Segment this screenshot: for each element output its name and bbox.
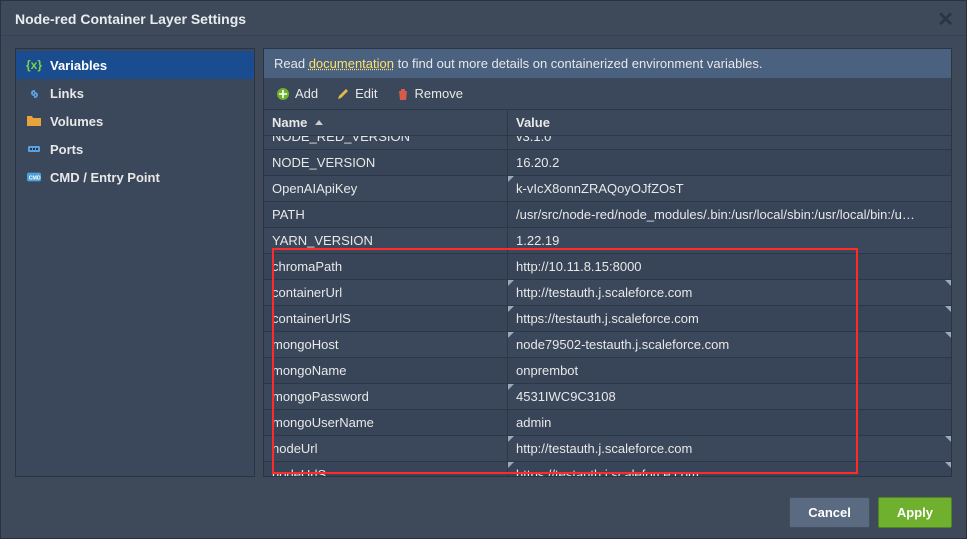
settings-dialog: Node-red Container Layer Settings ✕ {x} …: [0, 0, 967, 539]
cell-value: http://10.11.8.15:8000: [508, 254, 951, 279]
close-icon[interactable]: ✕: [937, 7, 954, 32]
table-row[interactable]: PATH/usr/src/node-red/node_modules/.bin:…: [264, 202, 951, 228]
cell-value: 4531IWC9C3108: [508, 384, 951, 409]
sidebar-item-label: CMD / Entry Point: [50, 170, 160, 185]
cell-value: 1.22.19: [508, 228, 951, 253]
table-header: Name Value: [264, 110, 951, 136]
table-row[interactable]: mongoHostnode79502-testauth.j.scaleforce…: [264, 332, 951, 358]
cell-value: node79502-testauth.j.scaleforce.com: [508, 332, 951, 357]
table-row[interactable]: mongoPassword4531IWC9C3108: [264, 384, 951, 410]
sidebar-item-links[interactable]: Links: [16, 79, 254, 107]
cell-name: NODE_VERSION: [264, 150, 508, 175]
table-row[interactable]: mongoUserNameadmin: [264, 410, 951, 436]
cancel-button[interactable]: Cancel: [789, 497, 870, 528]
dialog-title: Node-red Container Layer Settings: [1, 1, 966, 36]
folder-icon: [26, 113, 42, 129]
cell-value: onprembot: [508, 358, 951, 383]
table-row[interactable]: mongoNameonprembot: [264, 358, 951, 384]
table-row[interactable]: NODE_VERSION16.20.2: [264, 150, 951, 176]
sidebar: {x} Variables Links Volumes Po: [15, 48, 255, 477]
remove-label: Remove: [415, 86, 463, 101]
cell-value: http://testauth.j.scaleforce.com: [508, 436, 951, 461]
sidebar-item-volumes[interactable]: Volumes: [16, 107, 254, 135]
cell-name: containerUrl: [264, 280, 508, 305]
table-row[interactable]: containerUrlShttps://testauth.j.scalefor…: [264, 306, 951, 332]
cell-name: nodeUrl: [264, 436, 508, 461]
info-pre: Read: [274, 56, 309, 71]
dialog-footer: Cancel Apply: [789, 497, 952, 528]
cell-name: PATH: [264, 202, 508, 227]
table-row[interactable]: NODE_RED_VERSIONv3.1.0: [264, 136, 951, 150]
cell-name: chromaPath: [264, 254, 508, 279]
cell-value: k-vIcX8onnZRAQoyOJfZOsT: [508, 176, 951, 201]
variables-icon: {x}: [26, 57, 42, 73]
apply-button[interactable]: Apply: [878, 497, 952, 528]
info-post: to find out more details on containerize…: [394, 56, 763, 71]
cell-name: mongoHost: [264, 332, 508, 357]
main-panel: Read documentation to find out more deta…: [263, 48, 952, 477]
info-bar: Read documentation to find out more deta…: [264, 49, 951, 78]
link-icon: [26, 85, 42, 101]
cell-name: containerUrlS: [264, 306, 508, 331]
cell-value: admin: [508, 410, 951, 435]
sidebar-item-ports[interactable]: Ports: [16, 135, 254, 163]
table-row[interactable]: OpenAIApiKeyk-vIcX8onnZRAQoyOJfZOsT: [264, 176, 951, 202]
svg-text:CMD: CMD: [29, 176, 41, 182]
sidebar-item-label: Volumes: [50, 114, 103, 129]
cmd-icon: CMD: [26, 169, 42, 185]
cell-name: YARN_VERSION: [264, 228, 508, 253]
cell-value: http://testauth.j.scaleforce.com: [508, 280, 951, 305]
sidebar-item-label: Variables: [50, 58, 107, 73]
documentation-link[interactable]: documentation: [309, 56, 394, 71]
table-row[interactable]: YARN_VERSION1.22.19: [264, 228, 951, 254]
edit-button[interactable]: Edit: [332, 84, 381, 103]
pencil-icon: [336, 87, 350, 101]
add-label: Add: [295, 86, 318, 101]
cell-name: OpenAIApiKey: [264, 176, 508, 201]
toolbar: Add Edit Remove: [264, 78, 951, 110]
remove-button[interactable]: Remove: [392, 84, 467, 103]
table-row[interactable]: containerUrlhttp://testauth.j.scaleforce…: [264, 280, 951, 306]
svg-text:{x}: {x}: [26, 58, 42, 72]
sidebar-item-label: Links: [50, 86, 84, 101]
sidebar-item-label: Ports: [50, 142, 83, 157]
cell-name: nodeUrlS: [264, 462, 508, 476]
plus-icon: [276, 87, 290, 101]
table-body[interactable]: NODE_RED_VERSIONv3.1.0NODE_VERSION16.20.…: [264, 136, 951, 476]
cell-name: mongoPassword: [264, 384, 508, 409]
table-row[interactable]: nodeUrlhttp://testauth.j.scaleforce.com: [264, 436, 951, 462]
sidebar-item-cmd[interactable]: CMD CMD / Entry Point: [16, 163, 254, 191]
dialog-body: {x} Variables Links Volumes Po: [1, 36, 966, 477]
table-row[interactable]: chromaPathhttp://10.11.8.15:8000: [264, 254, 951, 280]
cell-value: https://testauth.j.scaleforce.com: [508, 306, 951, 331]
trash-icon: [396, 87, 410, 101]
column-header-value[interactable]: Value: [508, 110, 951, 135]
cell-value: 16.20.2: [508, 150, 951, 175]
sidebar-item-variables[interactable]: {x} Variables: [16, 51, 254, 79]
cell-name: mongoName: [264, 358, 508, 383]
cell-value: https://testauth.j.scaleforce.com: [508, 462, 951, 476]
table-row[interactable]: nodeUrlShttps://testauth.j.scaleforce.co…: [264, 462, 951, 476]
cell-value: v3.1.0: [508, 136, 951, 149]
ports-icon: [26, 141, 42, 157]
add-button[interactable]: Add: [272, 84, 322, 103]
cell-name: NODE_RED_VERSION: [264, 136, 508, 149]
cell-value: /usr/src/node-red/node_modules/.bin:/usr…: [508, 202, 951, 227]
edit-label: Edit: [355, 86, 377, 101]
column-header-name[interactable]: Name: [264, 110, 508, 135]
cell-name: mongoUserName: [264, 410, 508, 435]
